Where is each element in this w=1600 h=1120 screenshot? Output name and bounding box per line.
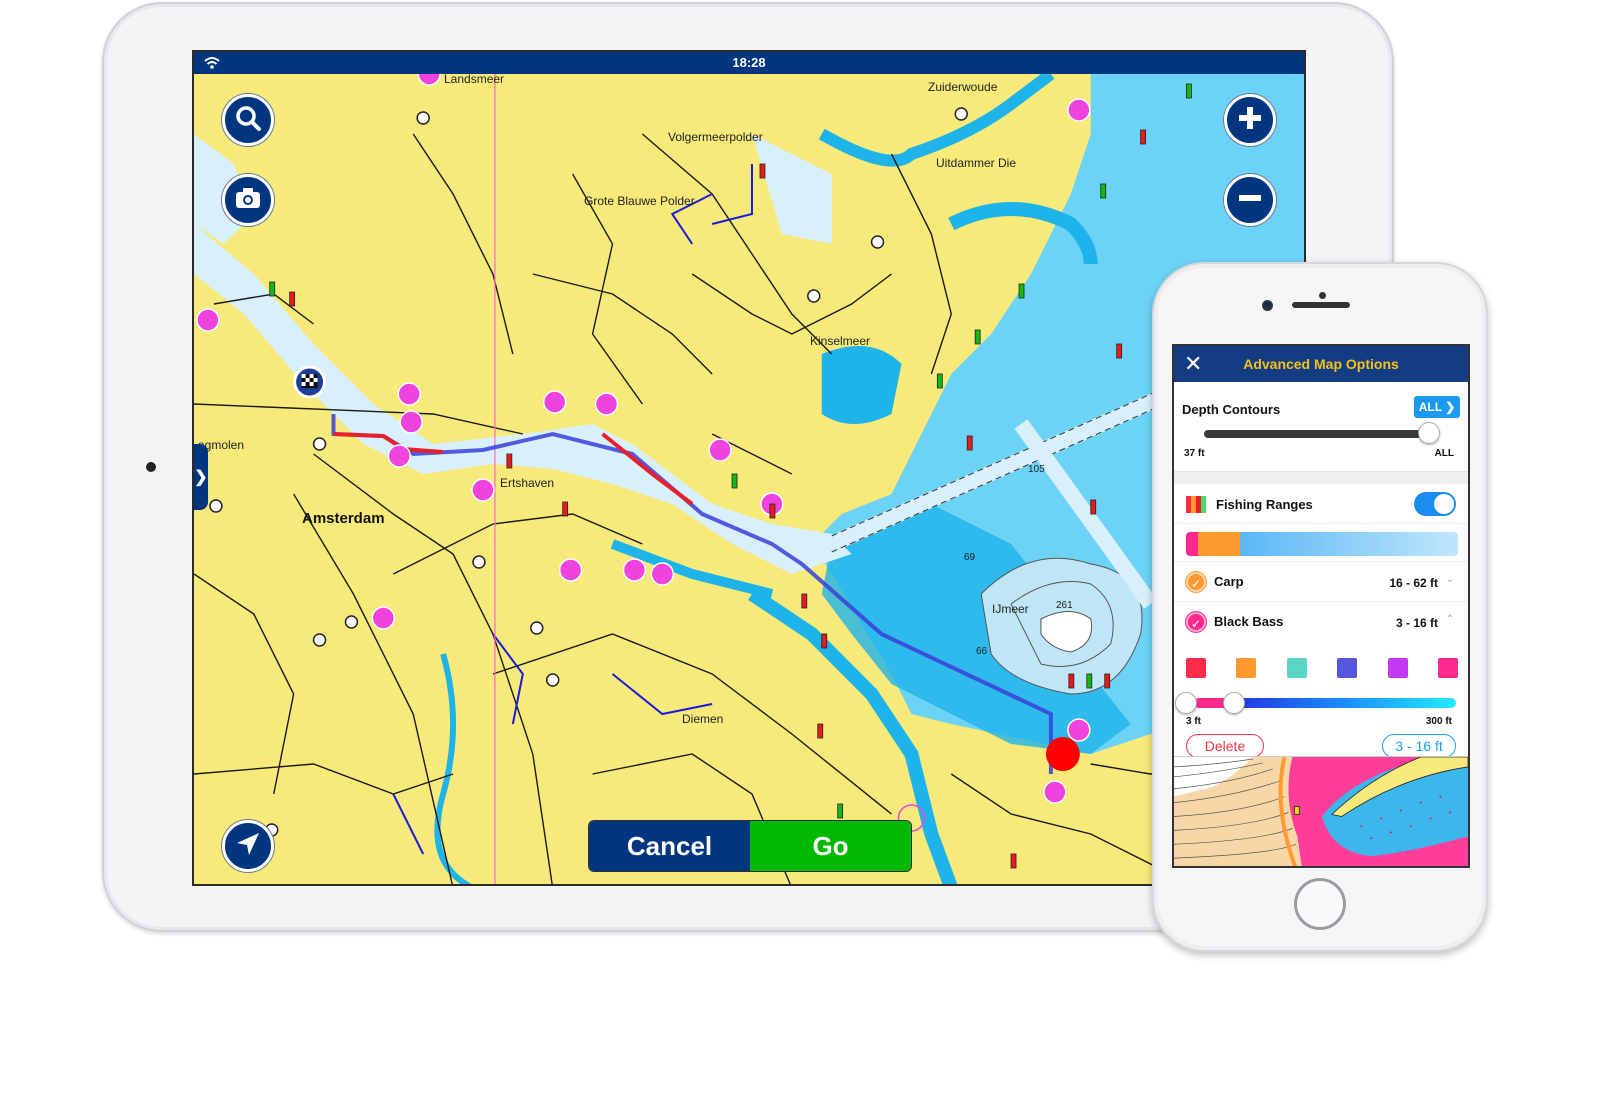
depth-range-min-label: 3 ft <box>1186 716 1201 727</box>
depth-contours-slider-track[interactable] <box>1204 430 1432 438</box>
depth-contours-all-button[interactable]: ALL ❯ <box>1414 396 1460 418</box>
route-action-bar: Cancel Go <box>588 820 912 872</box>
fishing-ranges-icon <box>1186 496 1206 513</box>
color-swatch[interactable] <box>1337 658 1358 678</box>
depth-contours-slider-thumb[interactable] <box>1418 422 1440 444</box>
close-icon[interactable]: ✕ <box>1184 352 1202 376</box>
go-button[interactable]: Go <box>750 821 911 871</box>
fishing-range-bar-row <box>1174 524 1468 562</box>
section-divider <box>1174 472 1468 484</box>
side-panel-tab[interactable]: ❯ <box>194 444 208 510</box>
range-value-pill[interactable]: 3 - 16 ft <box>1382 734 1456 758</box>
color-swatch[interactable] <box>1236 658 1257 678</box>
locate-me-button[interactable] <box>222 820 274 872</box>
route-destination-marker[interactable] <box>1045 737 1080 771</box>
color-swatch[interactable] <box>1387 658 1408 678</box>
kinselmeer-water <box>821 346 902 424</box>
depth-range-max-label: 300 ft <box>1425 716 1452 727</box>
fishing-ranges-row: Fishing Ranges <box>1174 484 1468 524</box>
fishing-ranges-toggle[interactable] <box>1414 492 1456 516</box>
depth-sounding: 261 <box>1056 600 1073 611</box>
minus-icon <box>1237 185 1263 216</box>
map-label-uitdammer-die: Uitdammer Die <box>936 156 1017 170</box>
plus-icon <box>1237 105 1263 136</box>
navigation-arrow-icon <box>235 831 261 862</box>
chart-canvas[interactable] <box>194 74 1304 886</box>
species-row-carp[interactable]: ✓ Carp 16 - 62 ft ⌄ <box>1174 562 1468 602</box>
map-label-landsmeer: Landsmeer <box>444 72 505 86</box>
color-swatch[interactable] <box>1286 658 1307 678</box>
species-name: Black Bass <box>1214 614 1284 629</box>
chevron-up-icon[interactable]: ⌃ <box>1446 614 1454 625</box>
species-name: Carp <box>1214 574 1244 589</box>
depth-contours-label: Depth Contours <box>1182 402 1281 417</box>
status-bar: 18:28 <box>194 52 1304 74</box>
cancel-button[interactable]: Cancel <box>589 821 750 871</box>
depth-contours-min-label: 37 ft <box>1184 448 1205 459</box>
range-segment-carp <box>1198 532 1240 556</box>
delete-button[interactable]: Delete <box>1186 734 1264 758</box>
map-label-amsterdam: Amsterdam <box>302 510 385 527</box>
map-label-diemen: Diemen <box>682 712 724 726</box>
depth-sounding: 66 <box>976 646 988 657</box>
map-label-ijmeer: IJmeer <box>992 602 1029 616</box>
map-label-grote-blauwe-polder: Grote Blauwe Polder <box>584 194 695 208</box>
color-swatches <box>1186 658 1458 678</box>
species-range: 3 - 16 ft <box>1395 616 1438 630</box>
species-range: 16 - 62 ft <box>1389 576 1438 590</box>
zoom-in-button[interactable] <box>1224 94 1276 146</box>
options-header: ✕ Advanced Map Options <box>1174 346 1468 382</box>
map-label-volgermeerpolder: Volgermeerpolder <box>668 130 763 144</box>
search-icon <box>234 104 262 137</box>
options-title: Advanced Map Options <box>1243 356 1399 372</box>
phone-camera <box>1262 300 1273 311</box>
tablet-screen: 18:28 Landsmeer Zuiderwoude Volgermeerpo… <box>192 50 1306 886</box>
color-swatch[interactable] <box>1186 658 1206 678</box>
depth-sounding: 105 <box>1028 464 1045 475</box>
map-label-ertshaven: Ertshaven <box>500 476 555 490</box>
status-time: 18:28 <box>732 55 766 70</box>
phone-home-button[interactable] <box>1294 878 1346 930</box>
chevron-right-icon: ❯ <box>194 469 208 486</box>
device-mockup-stage: 18:28 Landsmeer Zuiderwoude Volgermeerpo… <box>0 0 1600 1120</box>
depth-range-min-thumb[interactable] <box>1175 692 1197 714</box>
advanced-map-options-screen: ✕ Advanced Map Options Depth Contours AL… <box>1172 344 1470 868</box>
range-segment-rest <box>1240 532 1458 556</box>
species-row-black-bass[interactable]: ✓ Black Bass 3 - 16 ft ⌃ <box>1174 602 1468 642</box>
camera-button[interactable] <box>222 174 274 226</box>
depth-contours-max-label: ALL <box>1434 448 1454 459</box>
check-circle-icon[interactable]: ✓ <box>1186 572 1206 592</box>
depth-range-max-thumb[interactable] <box>1223 692 1246 714</box>
route-start-flag-icon[interactable] <box>293 365 327 399</box>
fishing-range-overview-bar <box>1186 532 1458 556</box>
search-button[interactable] <box>222 94 274 146</box>
depth-sounding: 69 <box>964 552 976 563</box>
nautical-chart[interactable] <box>194 74 1304 886</box>
wifi-icon <box>204 55 220 77</box>
species-editor: 3 ft 300 ft Delete 3 - 16 ft <box>1174 642 1468 760</box>
color-swatch[interactable] <box>1437 658 1458 678</box>
phone-speaker <box>1292 302 1350 308</box>
depth-contours-section: Depth Contours ALL ❯ 37 ft ALL <box>1174 382 1468 472</box>
fishing-ranges-label: Fishing Ranges <box>1216 497 1313 512</box>
beacon-icon <box>1293 806 1300 815</box>
tablet-camera-dot <box>146 462 156 472</box>
map-label-kinselmeer: Kinselmeer <box>810 334 871 348</box>
chevron-down-icon[interactable]: ⌄ <box>1446 574 1454 585</box>
fishing-range-preview-map[interactable] <box>1174 756 1468 866</box>
zoom-out-button[interactable] <box>1224 174 1276 226</box>
phone-device: ✕ Advanced Map Options Depth Contours AL… <box>1152 262 1488 952</box>
check-circle-icon[interactable]: ✓ <box>1186 612 1206 632</box>
camera-icon <box>234 186 262 215</box>
phone-sensor <box>1319 292 1326 299</box>
range-segment-bass <box>1186 532 1198 556</box>
map-label-zuiderwoude: Zuiderwoude <box>928 80 998 94</box>
preview-map-canvas <box>1174 757 1468 866</box>
